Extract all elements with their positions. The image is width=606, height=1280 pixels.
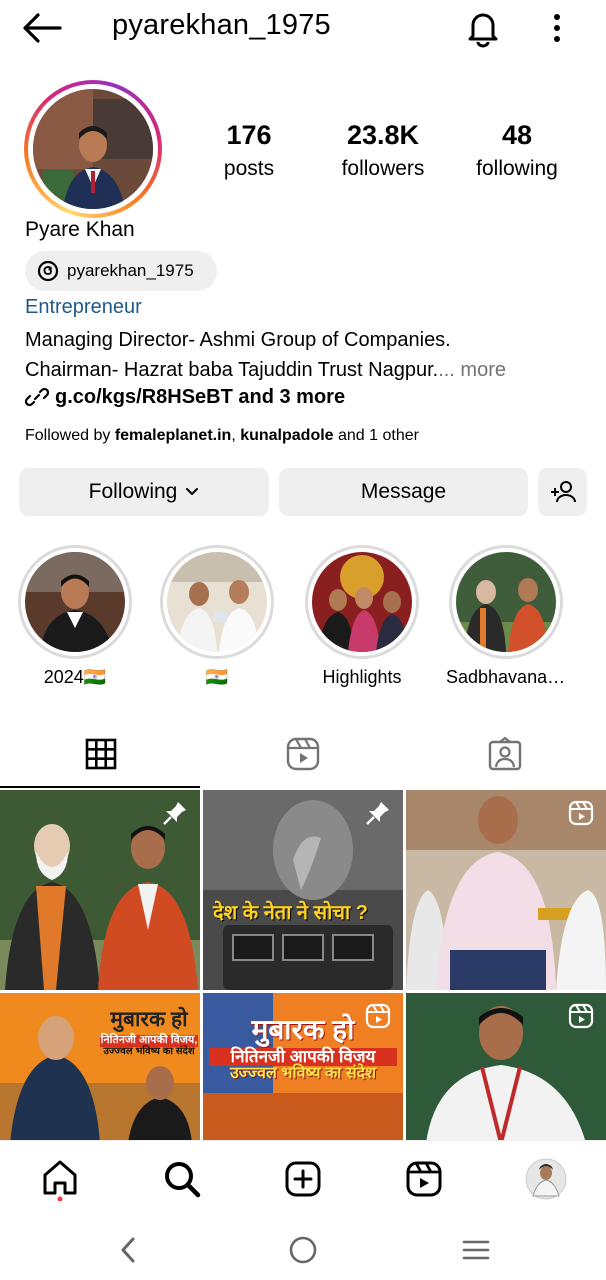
system-home-button[interactable]	[283, 1232, 323, 1268]
followers-count[interactable]: 23.8K followers	[328, 120, 438, 181]
threads-badge[interactable]: pyarekhan_1975	[25, 251, 217, 291]
recents-icon	[462, 1240, 490, 1260]
profile-avatar	[33, 89, 153, 209]
posts-count-label: posts	[223, 157, 275, 180]
pin-icon	[366, 802, 389, 825]
system-back-button[interactable]	[108, 1232, 148, 1268]
reel-icon	[568, 800, 594, 826]
pinned-badge	[162, 800, 188, 831]
profile-avatar	[525, 1158, 567, 1200]
reel-badge	[568, 1003, 594, 1034]
highlight-cover	[312, 552, 412, 652]
active-tab-indicator	[0, 786, 200, 788]
highlight-label: Sadbhavana20...	[446, 667, 566, 687]
post-overlay-subtext: उज्ज्वल भविष्य का संदेश	[103, 1045, 195, 1057]
tagged-icon	[488, 737, 522, 771]
arrow-left-icon	[23, 13, 62, 43]
following-count-label: following	[476, 157, 558, 180]
tab-reels[interactable]	[202, 718, 404, 790]
grid-icon	[85, 738, 117, 770]
follower-name-2[interactable]: kunalpadole	[240, 427, 333, 444]
back-button[interactable]	[20, 10, 64, 46]
nav-create[interactable]	[281, 1157, 325, 1201]
highlight-item[interactable]: 2024🇮🇳	[15, 545, 135, 688]
bio-line-2: Chairman- Hazrat baba Tajuddin Trust Nag…	[25, 359, 506, 381]
search-icon	[165, 1162, 201, 1198]
following-count-value: 48	[501, 120, 533, 150]
posts-count-value: 176	[226, 120, 272, 150]
threads-handle: pyarekhan_1975	[67, 261, 194, 280]
post-thumbnail[interactable]	[0, 790, 200, 990]
highlight-item[interactable]: 🇮🇳	[157, 545, 277, 688]
suggest-people-button[interactable]	[538, 468, 587, 516]
back-icon	[121, 1237, 135, 1263]
profile-tabs	[0, 718, 606, 790]
nav-reels[interactable]	[402, 1157, 446, 1201]
post-thumbnail[interactable]	[406, 790, 606, 990]
post-thumbnail[interactable]: देश के नेता ने सोचा ?	[203, 790, 403, 990]
follower-name-1[interactable]: femaleplanet.in	[115, 427, 231, 444]
bottom-navigation	[0, 1140, 606, 1218]
following-button-label: Following	[88, 480, 178, 503]
post-overlay-text: मुबारक हो	[110, 1008, 188, 1031]
bell-icon	[468, 13, 498, 48]
link-icon	[25, 387, 49, 407]
followers-count-label: followers	[341, 157, 425, 180]
highlight-cover	[456, 552, 556, 652]
bio-line-1: Managing Director- Ashmi Group of Compan…	[25, 329, 451, 351]
message-button[interactable]: Message	[279, 468, 528, 516]
options-menu-button[interactable]	[540, 10, 574, 46]
profile-link-text: g.co/kgs/R8HSeBT and 3 more	[55, 385, 346, 408]
message-button-label: Message	[360, 480, 447, 503]
reels-icon	[406, 1161, 442, 1197]
pinned-badge	[365, 800, 391, 831]
tab-posts-grid[interactable]	[0, 718, 202, 790]
home-icon	[43, 1160, 77, 1201]
highlight-cover	[25, 552, 125, 652]
bio-more-link[interactable]: ... more	[438, 359, 506, 381]
following-count[interactable]: 48 following	[462, 120, 572, 181]
highlight-item[interactable]: Sadbhavana20...	[446, 545, 566, 688]
add-user-icon	[550, 481, 576, 503]
threads-icon	[37, 260, 59, 282]
system-navigation-bar	[0, 1218, 606, 1280]
profile-username: pyarekhan_1975	[112, 9, 331, 41]
reel-icon	[568, 1003, 594, 1029]
create-icon	[285, 1161, 321, 1197]
profile-category: Entrepreneur	[25, 296, 142, 318]
nav-search[interactable]	[160, 1157, 204, 1201]
highlight-cover	[167, 552, 267, 652]
profile-links[interactable]: g.co/kgs/R8HSeBT and 3 more	[25, 385, 345, 409]
post-overlay-subtext: नितिनजी आपकी विजय	[209, 1048, 397, 1067]
profile-avatar-story-ring[interactable]	[24, 80, 162, 218]
pin-icon	[163, 802, 186, 825]
post-overlay-subtext: उज्ज्वल भविष्य का संदेश	[229, 1065, 377, 1083]
posts-count[interactable]: 176 posts	[194, 120, 304, 181]
kebab-menu-icon	[554, 14, 560, 42]
post-overlay-text: देश के नेता ने सोचा ?	[213, 902, 368, 924]
profile-bio: Managing Director- Ashmi Group of Compan…	[25, 325, 585, 385]
reel-icon	[365, 1003, 391, 1029]
highlight-label: 🇮🇳	[205, 667, 229, 687]
followed-by[interactable]: Followed by femaleplanet.in, kunalpadole…	[25, 427, 419, 445]
chevron-down-icon	[186, 488, 199, 495]
highlight-label: Highlights	[322, 667, 402, 687]
profile-display-name: Pyare Khan	[25, 218, 135, 241]
highlight-label: 2024🇮🇳	[43, 667, 107, 687]
followers-count-value: 23.8K	[346, 120, 420, 150]
home-circle-icon	[289, 1236, 317, 1264]
reel-badge	[365, 1003, 391, 1034]
nav-profile[interactable]	[524, 1157, 568, 1201]
reel-badge	[568, 800, 594, 831]
highlight-item[interactable]: Highlights	[302, 545, 422, 688]
top-bar: pyarekhan_1975	[0, 0, 606, 56]
post-overlay-subtext: नितिनजी आपकी विजय,	[100, 1034, 198, 1047]
nav-home[interactable]	[38, 1157, 82, 1201]
following-button[interactable]: Following	[19, 468, 269, 516]
tab-tagged[interactable]	[404, 718, 606, 790]
reels-icon	[286, 737, 320, 771]
system-recents-button[interactable]	[456, 1232, 496, 1268]
notifications-button[interactable]	[464, 8, 502, 48]
